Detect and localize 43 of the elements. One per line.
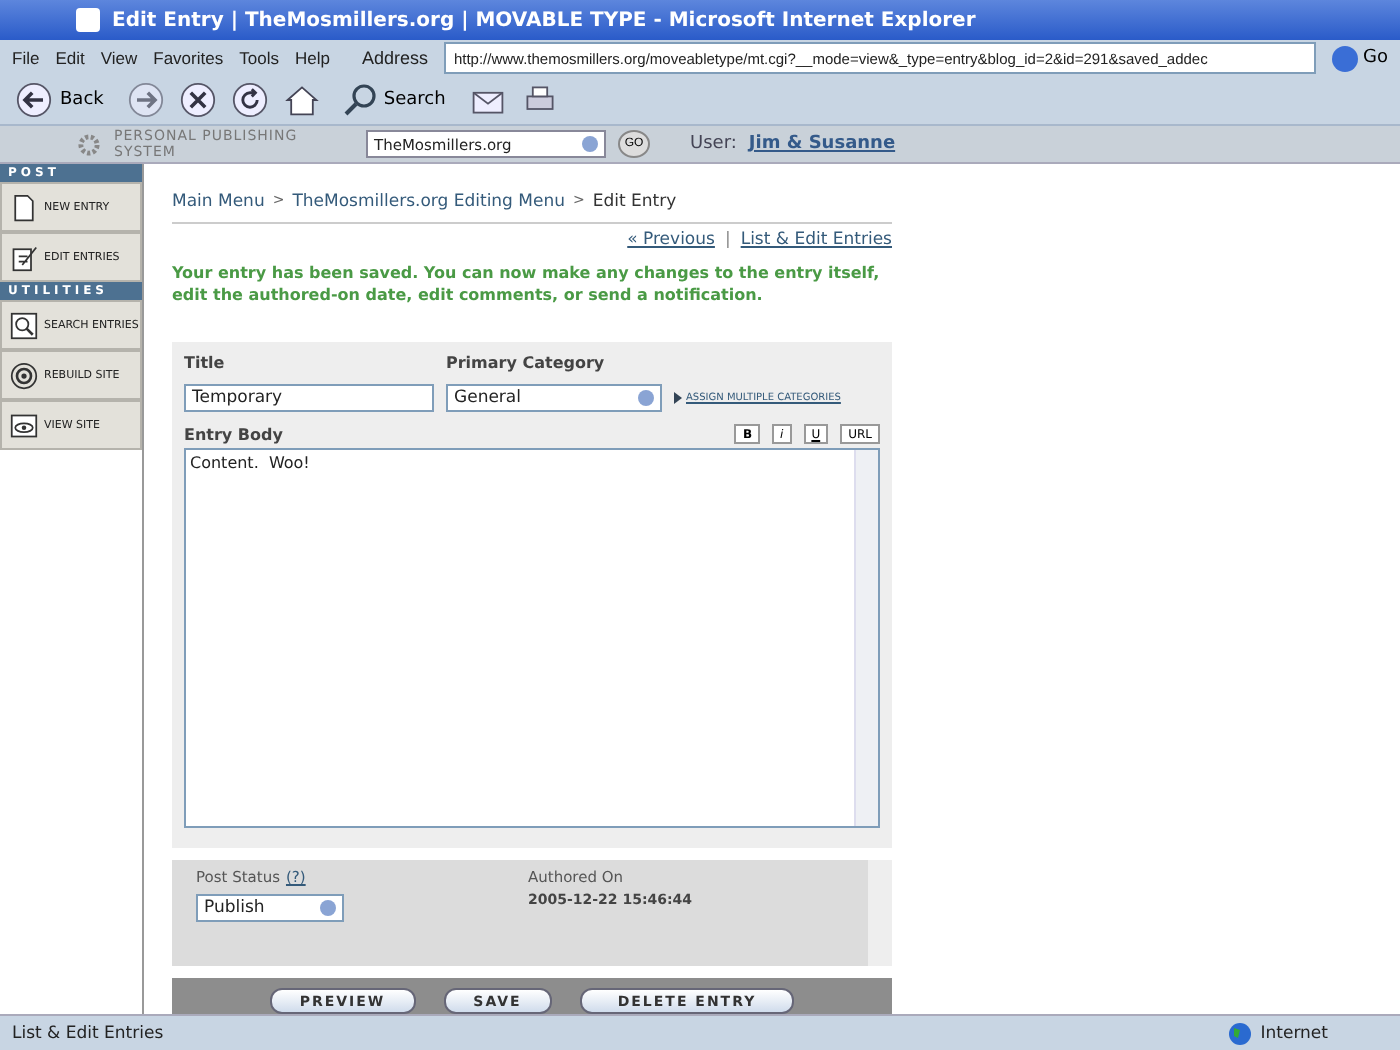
entry-body-field[interactable]: Content. Woo! xyxy=(184,448,880,828)
eye-icon xyxy=(10,411,38,439)
stop-icon[interactable] xyxy=(179,82,216,118)
scrollbar[interactable] xyxy=(854,450,878,826)
field-label: Entry Body xyxy=(184,426,283,444)
nav-link[interactable]: « Previous xyxy=(627,230,715,250)
breadcrumb-link[interactable]: TheMosmillers.org Editing Menu xyxy=(292,192,565,212)
category-select[interactable]: General xyxy=(446,384,662,412)
page-heading: Edit Entry xyxy=(592,192,677,212)
menu-item[interactable]: Help xyxy=(294,48,330,68)
field-label: Primary Category xyxy=(446,354,607,372)
status-text: List & Edit Entries xyxy=(12,1023,164,1043)
globe-icon xyxy=(1228,1021,1253,1045)
zone-label: Internet xyxy=(1260,1023,1328,1043)
menu-item[interactable]: Edit xyxy=(55,48,85,68)
link-divider: | xyxy=(724,230,731,250)
search-icon xyxy=(343,84,376,116)
menu-item[interactable]: Favorites xyxy=(153,48,224,68)
user-label: User: xyxy=(690,134,737,154)
breadcrumb-link[interactable]: Main Menu xyxy=(172,192,265,212)
menu-item[interactable]: View xyxy=(100,48,138,68)
page-icon xyxy=(10,193,38,221)
success-message: Your entry has been saved. You can now make any changes to the entry itself, edit the authored-on date, edit comments, or send a notification. xyxy=(172,262,882,306)
menu-item[interactable]: Tools xyxy=(239,48,279,68)
target-icon xyxy=(10,361,38,389)
window-title: Edit Entry | TheMosmillers.org | MOVABLE TYPE - Microsoft Internet Explorer xyxy=(112,9,976,31)
gear-icon xyxy=(76,131,102,157)
search-button[interactable]: Search xyxy=(335,84,454,116)
user-link[interactable]: Jim & Susanne xyxy=(748,134,896,154)
menu-item[interactable]: File xyxy=(12,48,40,68)
status-select[interactable]: Publish xyxy=(196,894,344,922)
refresh-icon[interactable] xyxy=(231,82,268,118)
title-field[interactable]: Temporary xyxy=(184,384,434,412)
pencil-page-icon xyxy=(10,243,38,271)
back-button[interactable]: Back xyxy=(8,82,112,118)
magnifier-icon xyxy=(10,311,38,339)
address-label: Address xyxy=(361,48,428,68)
field-label: Title xyxy=(184,354,227,372)
home-icon[interactable] xyxy=(283,82,320,118)
forward-icon[interactable] xyxy=(127,82,164,118)
go-button[interactable]: Go xyxy=(1331,45,1400,71)
nav-link[interactable]: List & Edit Entries xyxy=(740,230,892,250)
triangle-icon xyxy=(674,392,682,404)
